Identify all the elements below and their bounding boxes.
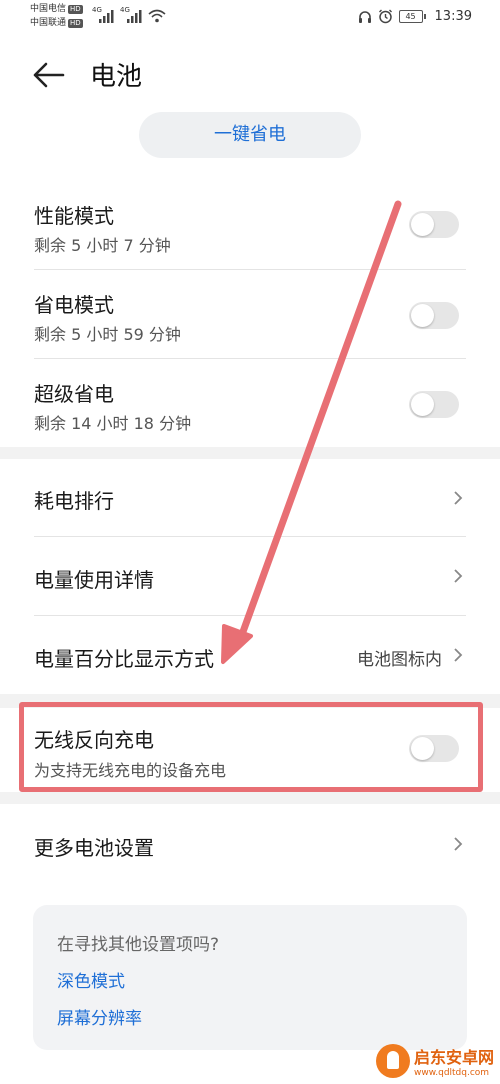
nav-item-label: 更多电池设置 xyxy=(34,836,154,860)
mode-remaining: 剩余 5 小时 59 分钟 xyxy=(34,325,181,344)
mode-title: 性能模式 xyxy=(34,204,114,228)
chevron-right-icon xyxy=(454,648,463,662)
mode-title: 省电模式 xyxy=(34,293,114,317)
header: 电池 xyxy=(0,48,500,102)
super-save-mode-toggle[interactable] xyxy=(409,391,459,418)
chevron-right-icon xyxy=(454,491,463,505)
nav-item-power-ranking[interactable]: 耗电排行 xyxy=(0,459,500,535)
other-settings-card: 在寻找其他设置项吗? 深色模式 屏幕分辨率 xyxy=(33,905,467,1050)
divider xyxy=(34,358,466,359)
nav-item-label: 电量使用详情 xyxy=(34,568,154,592)
alarm-icon xyxy=(378,9,392,24)
section-gap xyxy=(0,694,500,708)
watermark-logo-icon xyxy=(375,1044,410,1078)
headset-icon xyxy=(358,10,371,23)
one-key-power-save-button[interactable]: 一键省电 xyxy=(139,112,361,158)
hd-badge: HD xyxy=(68,5,83,14)
section-gap xyxy=(0,447,500,459)
mode-row-power-save[interactable]: 省电模式 剩余 5 小时 59 分钟 xyxy=(0,277,500,357)
mode-row-super-save[interactable]: 超级省电 剩余 14 小时 18 分钟 xyxy=(0,366,500,446)
screen-resolution-link[interactable]: 屏幕分辨率 xyxy=(57,1004,142,1029)
nav-item-usage-details[interactable]: 电量使用详情 xyxy=(0,538,500,614)
signal-icon xyxy=(99,10,114,23)
nav-item-label: 耗电排行 xyxy=(34,489,114,513)
divider xyxy=(34,536,466,537)
hd-badge: HD xyxy=(68,19,83,28)
mode-remaining: 剩余 14 小时 18 分钟 xyxy=(34,414,192,433)
dark-mode-link[interactable]: 深色模式 xyxy=(57,967,125,992)
mode-title: 超级省电 xyxy=(34,382,114,406)
chevron-right-icon xyxy=(454,569,463,583)
power-save-mode-toggle[interactable] xyxy=(409,302,459,329)
mode-remaining: 剩余 5 小时 7 分钟 xyxy=(34,236,171,255)
watermark-url: www.qdltdq.com xyxy=(413,1068,490,1078)
wireless-title: 无线反向充电 xyxy=(34,728,154,752)
performance-mode-toggle[interactable] xyxy=(409,211,459,238)
watermark-name: 启东安卓网 xyxy=(413,1048,494,1067)
mode-row-performance[interactable]: 性能模式 剩余 5 小时 7 分钟 xyxy=(0,188,500,268)
page-title: 电池 xyxy=(90,62,143,92)
clock: 13:39 xyxy=(434,9,472,24)
nav-item-label: 电量百分比显示方式 xyxy=(34,647,214,671)
other-settings-question: 在寻找其他设置项吗? xyxy=(57,935,220,955)
back-arrow-icon[interactable] xyxy=(32,60,66,90)
watermark: 启东安卓网 www.qdltdq.com xyxy=(375,1044,494,1078)
carrier-1: 中国电信 HD xyxy=(30,4,83,14)
nav-item-more-battery-settings[interactable]: 更多电池设置 xyxy=(0,806,500,882)
divider xyxy=(34,269,466,270)
status-right: 45 13:39 xyxy=(358,9,472,24)
section-gap xyxy=(0,792,500,804)
wireless-reverse-charging-toggle[interactable] xyxy=(409,735,459,762)
wifi-icon xyxy=(148,9,166,23)
carrier-2: 中国联通 HD xyxy=(30,18,83,28)
wireless-reverse-charging-row[interactable]: 无线反向充电 为支持无线充电的设备充电 xyxy=(0,708,500,794)
status-bar: 中国电信 HD 中国联通 HD 4G 4G 45 13:39 xyxy=(0,0,500,38)
battery-icon: 45 xyxy=(398,10,426,23)
wireless-subtitle: 为支持无线充电的设备充电 xyxy=(34,761,227,780)
divider xyxy=(34,615,466,616)
nav-item-percentage-display[interactable]: 电量百分比显示方式 电池图标内 xyxy=(0,617,500,693)
signal-icon xyxy=(127,10,142,23)
chevron-right-icon xyxy=(454,837,463,851)
percentage-display-value: 电池图标内 xyxy=(357,650,442,670)
